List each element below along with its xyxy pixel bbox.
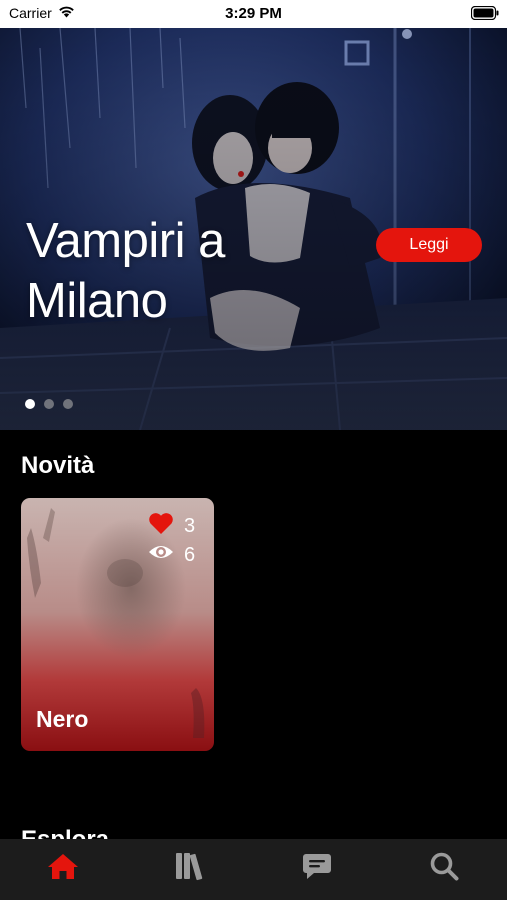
library-icon	[174, 851, 206, 886]
book-title: Nero	[36, 706, 89, 732]
page-indicator[interactable]	[25, 399, 73, 409]
status-time: 3:29 PM	[225, 5, 282, 22]
hero-title: Vampiri a Milano	[26, 214, 225, 328]
status-bar: Carrier 3:29 PM	[0, 0, 507, 28]
page-dot-2[interactable]	[44, 399, 54, 409]
page-dot-1[interactable]	[25, 399, 35, 409]
chat-icon	[302, 851, 332, 886]
section-title-novita: Novità	[21, 452, 95, 479]
tab-bar	[0, 839, 507, 900]
views-stat: 6	[148, 543, 195, 567]
tab-messages[interactable]	[254, 839, 381, 900]
hero-banner[interactable]: Vampiri a Milano Leggi	[0, 28, 507, 430]
likes-count: 3	[184, 515, 196, 537]
home-icon	[47, 852, 79, 885]
search-icon	[429, 851, 459, 886]
read-button[interactable]: Leggi	[376, 228, 482, 262]
eye-icon	[148, 543, 174, 567]
battery-icon	[470, 5, 499, 25]
tab-home[interactable]	[0, 839, 127, 900]
likes-stat: 3	[148, 512, 195, 541]
tab-search[interactable]	[380, 839, 507, 900]
page-dot-3[interactable]	[63, 399, 73, 409]
views-count: 6	[184, 543, 196, 566]
book-card[interactable]: 3 6 Nero	[21, 498, 214, 751]
tab-library[interactable]	[127, 839, 254, 900]
heart-icon	[148, 512, 174, 541]
